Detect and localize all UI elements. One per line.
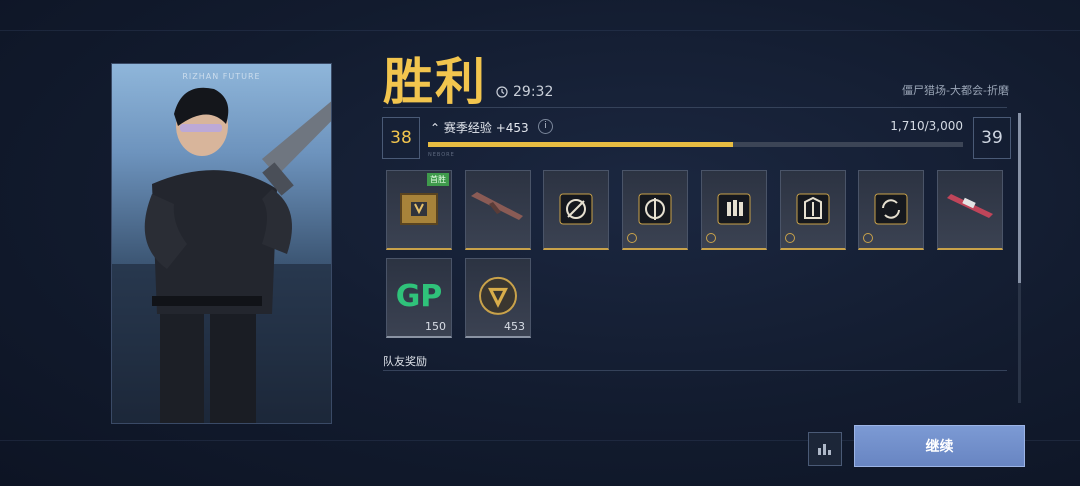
character-portrait: RIZHAN FUTURE: [111, 63, 332, 424]
emblem-corner-icon: [785, 233, 795, 243]
emblem-corner-icon: [706, 233, 716, 243]
reward-gp-currency[interactable]: GP 150: [386, 258, 452, 338]
xp-total: 1,710/3,000: [890, 119, 963, 133]
character-figure-icon: [112, 87, 331, 423]
reward-blueprint-emblem-3[interactable]: [701, 170, 767, 250]
reward-blueprint-emblem-4[interactable]: [780, 170, 846, 250]
stats-button[interactable]: [808, 432, 842, 466]
chevron-up-icon: ⌃: [430, 121, 441, 135]
xp-progress-bar: [428, 142, 963, 147]
reload-emblem-icon: [874, 193, 908, 224]
rewards-scrollbar[interactable]: [1018, 113, 1021, 403]
reward-season-coin[interactable]: 453: [465, 258, 531, 338]
season-xp-label: ⌃ 赛季经验 +453: [430, 119, 529, 136]
reward-blueprint-emblem-5[interactable]: [858, 170, 924, 250]
current-level-badge: 38: [382, 117, 420, 159]
sniper-skin-icon: [947, 193, 993, 218]
gp-icon: GP: [395, 278, 443, 314]
clock-icon: [496, 86, 508, 98]
background-line: [0, 30, 1080, 31]
emblem-corner-icon: [863, 233, 873, 243]
crate-icon: [400, 192, 438, 225]
season-xp-text: 赛季经验 +453: [443, 121, 529, 135]
game-mode: 僵尸猎场-大都会-折磨: [902, 84, 1009, 97]
header-divider: [383, 107, 1007, 108]
gp-quantity: 150: [425, 320, 446, 333]
xp-tag: NEBORE: [428, 152, 455, 158]
emblem-corner-icon: [627, 233, 637, 243]
xp-progress-fill: [428, 142, 733, 147]
reward-blueprint-emblem-1[interactable]: [543, 170, 609, 250]
team-rewards-label: 队友奖励: [383, 355, 427, 368]
reward-supply-crate[interactable]: 首胜: [386, 170, 452, 250]
match-timer: 29:32: [496, 84, 553, 100]
ammo-emblem-icon: [717, 193, 751, 224]
next-level-badge: 39: [973, 117, 1011, 159]
scrollbar-thumb[interactable]: [1018, 113, 1021, 283]
first-win-badge: 首胜: [427, 173, 449, 186]
bar-chart-icon: [818, 444, 831, 455]
magazine-emblem-icon: [796, 193, 830, 224]
info-icon[interactable]: i: [538, 119, 553, 134]
season-coin-icon: [479, 276, 517, 315]
continue-button[interactable]: 继续: [854, 425, 1025, 467]
reward-weapon-skin-sniper[interactable]: [937, 170, 1003, 250]
match-time: 29:32: [513, 84, 554, 100]
team-rewards-divider: [383, 370, 1007, 371]
coin-quantity: 453: [504, 320, 525, 333]
victory-title: 胜利: [383, 53, 487, 111]
crosshair-emblem-icon: [559, 193, 593, 224]
target-emblem-icon: [638, 193, 672, 224]
reward-blueprint-emblem-2[interactable]: [622, 170, 688, 250]
reward-weapon-skin-rifle[interactable]: [465, 170, 531, 250]
rifle-skin-icon: [471, 191, 523, 220]
